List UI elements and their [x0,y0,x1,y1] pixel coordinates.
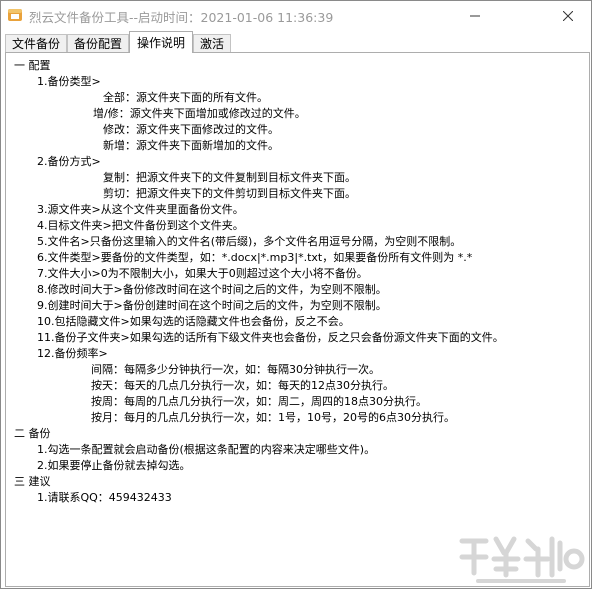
doc-line: 按天：每天的几点几分执行一次，如：每天的12点30分执行。 [91,379,394,392]
window-title: 烈云文件备份工具--启动时间：2021-01-06 11:36:39 [29,10,334,25]
contact-qq-line: 1.请联系QQ：459432433 [37,491,172,504]
doc-line: 增/修：源文件夹下面增加或修改过的文件。 [93,107,306,120]
section-backup-heading: 二 备份 [14,427,51,440]
tab-activate[interactable]: 激活 [193,34,231,52]
doc-line: 4.目标文件夹>把文件备份到这个文件夹。 [37,219,244,232]
section-config-heading: 一 配置 [14,59,51,72]
doc-line: 3.源文件夹>从这个文件夹里面备份文件。 [37,203,244,216]
app-window: 烈云文件备份工具--启动时间：2021-01-06 11:36:39 文件备份 … [0,0,592,589]
tab-backup-config[interactable]: 备份配置 [67,34,129,52]
doc-line: 10.包括隐藏文件>如果勾选的话隐藏文件也会备份，反之不会。 [37,315,350,328]
doc-line: 8.修改时间大于>备份修改时间在这个时间之后的文件，为空则不限制。 [37,283,387,296]
instructions-panel: 一 配置 1.备份类型> 全部：源文件夹下面的所有文件。 增/修：源文件夹下面增… [5,52,590,587]
section-suggestion-heading: 三 建议 [14,475,51,488]
close-button[interactable] [545,1,591,30]
doc-line: 剪切：把源文件夹下的文件剪切到目标文件夹下面。 [103,187,356,200]
doc-line: 12.备份频率> [37,347,108,360]
doc-line: 5.文件名>只备份这里输入的文件名(带后缀)，多个文件名用逗号分隔，为空则不限制… [37,235,462,248]
doc-line: 间隔：每隔多少分钟执行一次，如：每隔30分钟执行一次。 [91,363,380,376]
doc-line: 6.文件类型>要备份的文件类型，如：*.docx|*.mp3|*.txt，如果要… [37,251,473,264]
doc-line: 2.备份方式> [37,155,101,168]
tab-instructions[interactable]: 操作说明 [129,31,193,53]
doc-line: 9.创建时间大于>备份创建时间在这个时间之后的文件，为空则不限制。 [37,299,387,312]
download-site-watermark-logo [459,536,585,583]
doc-line: 新增：源文件夹下面新增加的文件。 [103,139,279,152]
tab-strip: 文件备份 备份配置 操作说明 激活 [5,31,589,53]
minimize-icon [470,15,480,16]
tab-file-backup[interactable]: 文件备份 [5,34,67,52]
doc-line: 修改：源文件夹下面修改过的文件。 [103,123,279,136]
doc-line: 11.备份子文件夹>如果勾选的话所有下级文件夹也会备份，反之只会备份源文件夹下面… [37,331,504,344]
doc-line: 2.如果要停止备份就去掉勾选。 [37,459,191,472]
title-bar[interactable]: 烈云文件备份工具--启动时间：2021-01-06 11:36:39 [1,1,591,31]
doc-line: 1.勾选一条配置就会启动备份(根据这条配置的内容来决定哪些文件)。 [37,443,376,456]
doc-line: 1.备份类型> [37,75,101,88]
close-icon [563,10,573,21]
doc-line: 按周：每周的几点几分执行一次，如：周二，周四的18点30分执行。 [91,395,427,408]
minimize-button[interactable] [452,1,498,30]
doc-line: 按月：每月的几点几分执行一次，如：1号，10号，20号的6点30分执行。 [91,411,455,424]
app-icon [7,7,23,23]
doc-line: 全部：源文件夹下面的所有文件。 [103,91,268,104]
doc-line: 复制：把源文件夹下的文件复制到目标文件夹下面。 [103,171,356,184]
doc-line: 7.文件大小>0为不限制大小，如果大于0则超过这个大小将不备份。 [37,267,368,280]
